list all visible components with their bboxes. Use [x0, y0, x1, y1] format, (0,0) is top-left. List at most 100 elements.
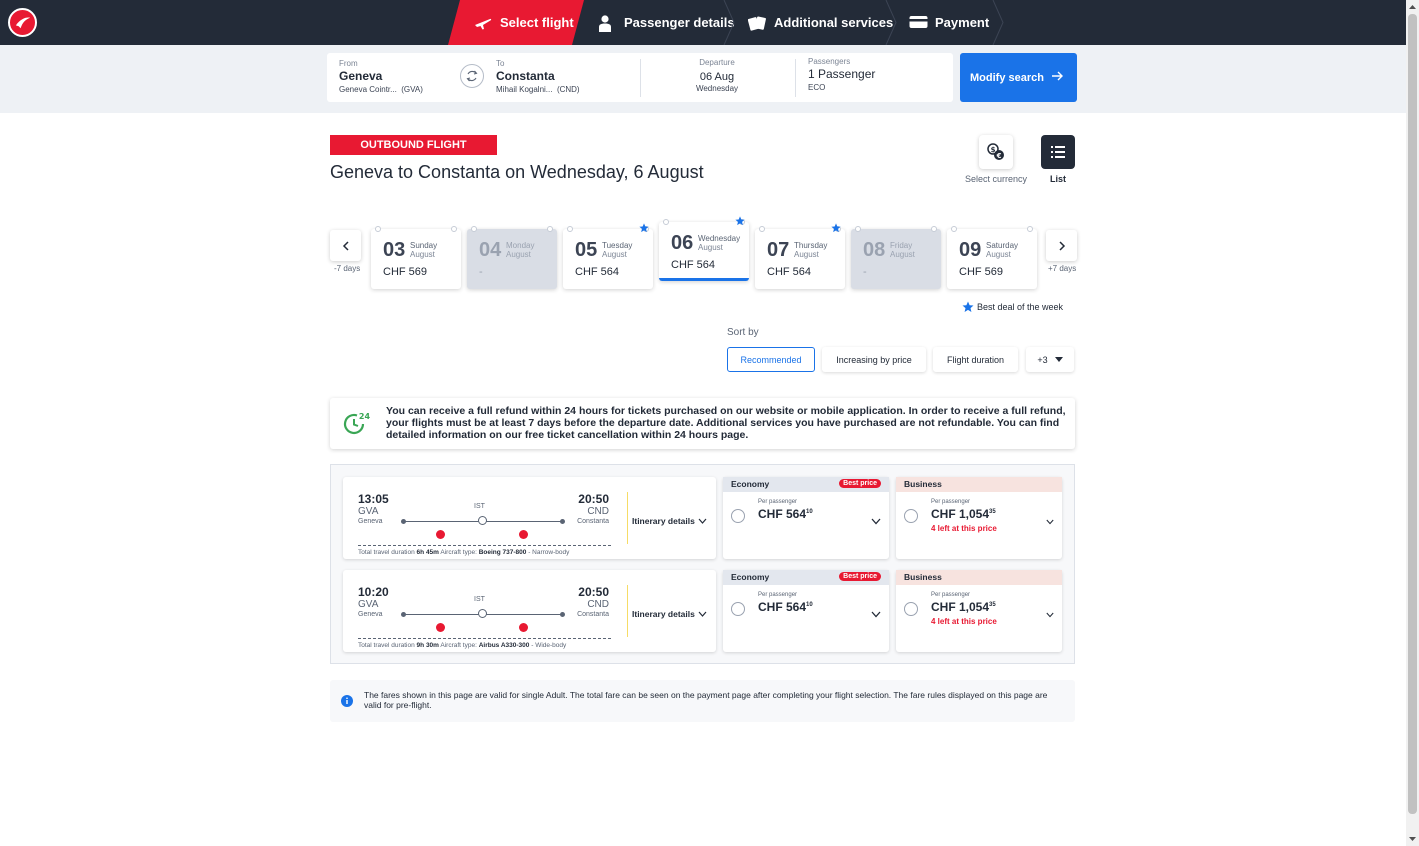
- date-price: -: [863, 266, 867, 278]
- fare-radio[interactable]: [904, 602, 918, 616]
- scroll-up-icon[interactable]: [1408, 3, 1417, 11]
- search-summary[interactable]: From Geneva Geneva Cointr... (GVA) To Co…: [327, 53, 953, 102]
- chevron-down-icon: [695, 516, 707, 526]
- arrival-airport-code: CND: [587, 599, 609, 610]
- date-option[interactable]: 09 Saturday August CHF 569: [947, 226, 1037, 289]
- itinerary-details-label: Itinerary details: [632, 516, 695, 526]
- scrollbar-thumb[interactable]: [1408, 14, 1417, 814]
- date-price: CHF 569: [383, 266, 428, 278]
- list-icon: [1051, 146, 1065, 158]
- divider: [640, 59, 641, 97]
- aircraft-body: Wide-body: [535, 642, 567, 649]
- modify-search-label: Modify search: [970, 71, 1044, 84]
- previous-week-button[interactable]: [330, 230, 361, 261]
- step-select-flight[interactable]: Select flight: [448, 0, 584, 45]
- caret-down-icon: [1054, 356, 1063, 362]
- fare-radio[interactable]: [731, 602, 745, 616]
- fare-price-value: CHF 564: [758, 600, 807, 614]
- date-weekday: Saturday: [986, 241, 1019, 250]
- aircraft-value: Boeing 737-800: [478, 549, 527, 556]
- fare-class-label: Business: [904, 572, 942, 582]
- page-scrollbar[interactable]: [1406, 0, 1419, 846]
- sort-more-button[interactable]: +3: [1026, 347, 1074, 372]
- seats-left-warning: 4 left at this price: [931, 617, 997, 626]
- chevron-left-icon: [342, 240, 349, 251]
- itinerary-details-button[interactable]: Itinerary details: [632, 609, 707, 619]
- list-view-label: List: [1049, 174, 1066, 184]
- modify-search-button[interactable]: Modify search: [960, 53, 1077, 102]
- step-passenger-details[interactable]: Passenger details: [598, 0, 735, 45]
- business-fare-option[interactable]: Business Per passenger CHF 1,05435 4 left a…: [896, 477, 1062, 559]
- step-separator: [722, 0, 736, 45]
- economy-fare-option[interactable]: Economy Best price Per passenger CHF 56410: [723, 570, 889, 652]
- expand-fare-icon[interactable]: [1046, 605, 1054, 623]
- date-option[interactable]: 05 Tuesday August CHF 564: [563, 223, 653, 289]
- arrival-time: 20:50: [578, 585, 609, 599]
- airline-logo-icon: [519, 623, 528, 632]
- per-passenger-label: Per passenger: [931, 499, 971, 505]
- arrow-right-icon: [1052, 71, 1063, 81]
- scroll-down-icon[interactable]: [1408, 835, 1417, 843]
- step-label: Select flight: [500, 15, 574, 30]
- fare-header: Economy Best price: [723, 477, 889, 492]
- date-weekday: Tuesday: [602, 241, 633, 250]
- flight-card[interactable]: 10:20 GVA Geneva 20:50 CND Constanta IST Total …: [343, 570, 716, 652]
- fare-price-value: CHF 1,054: [931, 600, 990, 614]
- date-option[interactable]: 03 Sunday August CHF 569: [371, 226, 461, 289]
- departure-field[interactable]: Departure 06 Aug Wednesday: [667, 58, 767, 93]
- fare-radio[interactable]: [731, 509, 745, 523]
- airline-logo-icon: [436, 530, 445, 539]
- star-icon: [962, 301, 974, 312]
- aircraft-value: Airbus A330-300: [478, 642, 530, 649]
- date-option[interactable]: 06 Wednesday August CHF 564: [659, 216, 749, 281]
- date-option[interactable]: 07 Thursday August CHF 564: [755, 223, 845, 289]
- per-passenger-label: Per passenger: [758, 499, 798, 505]
- date-day-number: 03: [383, 239, 406, 261]
- sort-recommended-button[interactable]: Recommended: [727, 347, 815, 372]
- itinerary-details-button[interactable]: Itinerary details: [632, 516, 707, 526]
- business-fare-option[interactable]: Business Per passenger CHF 1,05435 4 left a…: [896, 570, 1062, 652]
- step-additional-services[interactable]: Additional services: [747, 0, 893, 45]
- date-weekday: Friday: [890, 241, 913, 250]
- turkish-airlines-logo[interactable]: [8, 8, 37, 37]
- next-week-button[interactable]: [1046, 230, 1077, 261]
- fare-radio[interactable]: [904, 509, 918, 523]
- passengers-field[interactable]: Passengers 1 Passenger ECO: [808, 57, 875, 92]
- airline-logo-icon: [519, 530, 528, 539]
- economy-fare-option[interactable]: Economy Best price Per passenger CHF 56410: [723, 477, 889, 559]
- step-payment[interactable]: Payment: [909, 0, 989, 45]
- select-currency-button[interactable]: $ €: [979, 135, 1013, 169]
- departure-time: 10:20: [358, 585, 389, 599]
- credit-card-icon: [909, 15, 928, 31]
- date-day-number: 06: [671, 232, 694, 254]
- fare-class-label: Business: [904, 479, 942, 489]
- date-month: August: [506, 250, 531, 259]
- expand-fare-icon[interactable]: [871, 512, 881, 530]
- flight-card[interactable]: 13:05 GVA Geneva 20:50 CND Constanta IST Total …: [343, 477, 716, 559]
- ticket-notch: [951, 226, 957, 232]
- date-weekday: Thursday: [794, 241, 828, 250]
- expand-fare-icon[interactable]: [871, 605, 881, 623]
- from-field[interactable]: From Geneva Geneva Cointr... (GVA): [339, 59, 423, 94]
- flight-details-line: Total travel duration 9h 30m Aircraft ty…: [358, 642, 567, 649]
- fare-price: CHF 1,05435: [931, 507, 996, 521]
- outbound-flight-badge: OUTBOUND FLIGHT: [330, 135, 497, 155]
- date-option: 08 Friday August -: [851, 226, 941, 289]
- to-field[interactable]: To Constanta Mihail Kogalni... (CND): [496, 59, 580, 94]
- currency-exchange-icon: $ €: [987, 143, 1004, 160]
- date-option: 04 Monday August -: [467, 226, 557, 289]
- expand-fare-icon[interactable]: [1046, 512, 1054, 530]
- fare-class-label: Economy: [731, 572, 770, 582]
- list-view-button[interactable]: [1041, 135, 1075, 169]
- ticket-notch: [663, 219, 669, 225]
- fare-header: Business: [896, 570, 1062, 585]
- sort-price-button[interactable]: Increasing by price: [822, 347, 926, 372]
- itinerary-details-label: Itinerary details: [632, 609, 695, 619]
- swap-route-button[interactable]: [460, 64, 484, 88]
- sort-duration-button[interactable]: Flight duration: [933, 347, 1018, 372]
- to-city: Constanta: [496, 69, 555, 83]
- ticket-notch: [855, 226, 861, 232]
- refund-text: You can receive a full refund within 24 …: [386, 405, 1066, 441]
- fare-price-value: CHF 1,054: [931, 507, 990, 521]
- date-price: CHF 564: [575, 266, 620, 278]
